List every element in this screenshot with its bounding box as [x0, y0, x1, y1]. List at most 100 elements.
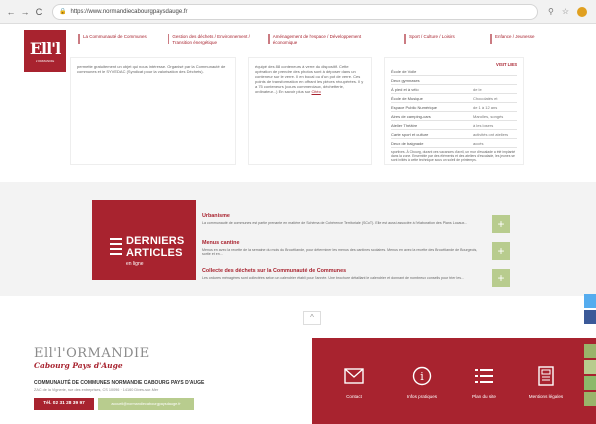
article-excerpt: La communauté de communes est partie pre…: [202, 221, 468, 225]
latest-articles-box: DERNIERS ARTICLES en ligne: [92, 200, 196, 280]
bookmark-star-icon[interactable]: ☆: [562, 7, 569, 16]
article-excerpt: Les ordures ménagères sont collectées se…: [202, 276, 464, 280]
facebook-icon[interactable]: [584, 310, 596, 324]
list-icon: [456, 364, 512, 388]
nav-item-amenagement[interactable]: Aménagement de l'espace / Développement …: [268, 34, 372, 46]
share-icon[interactable]: [584, 360, 596, 374]
footer-nav-label: Mentions légales: [528, 394, 564, 399]
article-plus-button[interactable]: +: [492, 269, 510, 287]
list-item[interactable]: Aires de camping-cars Marolles, songés: [391, 112, 517, 121]
footer-logo-main: Ell'l'ORMANDIE: [34, 346, 150, 361]
card-text: permette gratuitement un objet qui nous …: [77, 64, 226, 74]
article-plus-button[interactable]: +: [492, 242, 510, 260]
footer-logo-sub: Cabourg Pays d'Auge: [34, 361, 123, 370]
nav-item-sport[interactable]: Sport / Culture / Loisirs: [404, 34, 482, 44]
zoom-icon[interactable]: ⚲: [548, 7, 554, 16]
footer-nav-label: Contact: [346, 394, 362, 399]
article-item[interactable]: Menus cantine Menus en avec la recette d…: [202, 240, 484, 257]
list-item-label: École de Musique: [391, 95, 423, 101]
article-item[interactable]: Urbanisme La communauté de communes est …: [202, 213, 484, 225]
phone-button[interactable]: Tél. 02 31 28 39 97: [34, 398, 94, 410]
list-item-label: Espace Public Numérique: [391, 104, 438, 110]
footer-nav: Contact i Infos pratiques Plan du site M…: [312, 338, 596, 424]
list-item[interactable]: Deux gymnases: [391, 76, 517, 85]
list-item[interactable]: Espace Public Numérique de 1 à 12 ans: [391, 103, 517, 112]
list-item-detail: de le: [473, 86, 482, 92]
article-title[interactable]: Menus cantine: [202, 240, 484, 246]
list-item-detail: [473, 69, 517, 74]
nav-item-enfance[interactable]: Enfance / Jeunesse: [490, 34, 572, 44]
community-name: COMMUNAUTÉ DE COMMUNES NORMANDIE CABOURG…: [34, 380, 205, 386]
news-card-middle: équipé des 88 conteneurs à verre du disp…: [248, 57, 372, 165]
nav-label: Aménagement de l'espace / Développement …: [272, 34, 362, 45]
nav-bar-icon: [268, 34, 270, 44]
share-icon[interactable]: [584, 392, 596, 406]
list-item-detail: accès: [473, 140, 484, 146]
footer-mentions[interactable]: Mentions légales: [518, 338, 574, 424]
nav-label: La Communauté de Communes: [83, 34, 147, 39]
footer-infos[interactable]: i Infos pratiques: [394, 338, 450, 424]
hamburger-line-icon: [110, 238, 122, 240]
address-bar[interactable]: 🔒 https://www.normandiecabourgpaysdauge.…: [52, 3, 538, 20]
back-button[interactable]: ←: [4, 7, 18, 17]
social-share-bar: [584, 294, 596, 408]
forward-button[interactable]: →: [18, 7, 32, 17]
article-title[interactable]: Urbanisme: [202, 213, 484, 219]
email-button[interactable]: accueil@normandiecabourgpaysdauge.fr: [98, 398, 194, 410]
list-item[interactable]: École de Musique Chocolatés et: [391, 94, 517, 103]
news-card-left: permette gratuitement un objet qui nous …: [70, 57, 236, 165]
list-item[interactable]: Deux de baignade accès: [391, 139, 517, 148]
svg-text:i: i: [420, 370, 424, 383]
info-icon: i: [394, 364, 450, 388]
nav-label: Sport / Culture / Loisirs: [409, 34, 455, 39]
nav-bar-icon: [168, 34, 170, 44]
list-item-label: Deux de baignade: [391, 140, 424, 146]
list-item[interactable]: Atelier Théâtre à les losers: [391, 121, 517, 130]
nav-label: Enfance / Jeunesse: [495, 34, 535, 39]
article-plus-button[interactable]: +: [492, 215, 510, 233]
news-card-right: VISIT LIES École de Voile Deux gymnases À …: [384, 57, 524, 165]
hamburger-line-icon: [110, 248, 122, 250]
footer-logo[interactable]: Ell'l'ORMANDIE Cabourg Pays d'Auge: [34, 346, 150, 370]
list-item-label: Deux gymnases: [391, 77, 420, 83]
card-text: équipé des 88 conteneurs à verre du disp…: [249, 58, 371, 100]
list-item-detail: à les losers: [473, 122, 494, 128]
card-link-prefix: En savoir plus sur: [278, 89, 311, 94]
nav-bar-icon: [78, 34, 80, 44]
footer-nav-label: Infos pratiques: [406, 394, 438, 399]
list-item-label: École de Voile: [391, 68, 417, 74]
footer-contact[interactable]: Contact: [326, 338, 382, 424]
reload-button[interactable]: C: [32, 7, 46, 17]
nav-item-dechets[interactable]: Gestion des déchets / Environnement / Tr…: [168, 34, 256, 46]
list-item[interactable]: École de Voile: [391, 67, 517, 76]
twitter-icon[interactable]: [584, 294, 596, 308]
hamburger-line-icon: [110, 253, 122, 255]
site-logo[interactable]: Ell'l L'ORMANDIE: [24, 30, 66, 72]
nav-bar-icon: [490, 34, 492, 44]
citeo-link[interactable]: Citéo: [312, 89, 321, 94]
list-item-detail: [473, 78, 517, 83]
hamburger-line-icon: [110, 243, 122, 245]
lock-icon: 🔒: [59, 9, 67, 15]
logo-subtitle: L'ORMANDIE: [35, 59, 55, 63]
list-item[interactable]: À pied et à vélo de le: [391, 85, 517, 94]
list-item-label: Carte sport et culture: [391, 131, 429, 137]
card-footer-text: sportives. À Cbourg, durant ces vacances…: [391, 150, 516, 162]
articles-subtitle: en ligne: [126, 261, 144, 267]
profile-avatar[interactable]: [577, 6, 588, 17]
list-header: VISIT LIES: [496, 62, 517, 67]
list-item-detail: Chocolatés et: [473, 95, 498, 101]
share-icon[interactable]: [584, 344, 596, 358]
share-icon[interactable]: [584, 376, 596, 390]
envelope-icon: [326, 364, 382, 388]
footer-plan[interactable]: Plan du site: [456, 338, 512, 424]
scroll-top-button[interactable]: ^: [303, 311, 321, 325]
document-icon: [518, 364, 574, 388]
logo-glyph: Ell'l: [29, 39, 61, 58]
nav-bar-icon: [404, 34, 406, 44]
article-item[interactable]: Collecte des déchets sur la Communauté d…: [202, 268, 484, 280]
nav-item-communaute[interactable]: La Communauté de Communes: [78, 34, 156, 44]
list-item-detail: Marolles, songés: [473, 113, 504, 119]
article-title[interactable]: Collecte des déchets sur la Communauté d…: [202, 268, 484, 274]
list-item[interactable]: Carte sport et culture activités ont atel…: [391, 130, 517, 139]
